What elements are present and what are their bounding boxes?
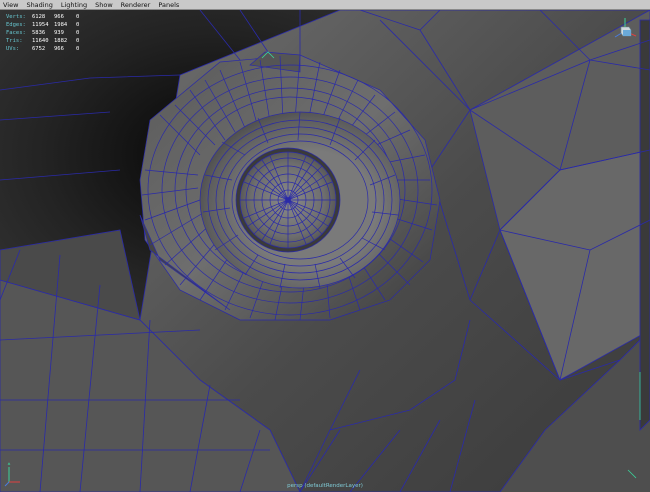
hud-value: 5836 [32, 30, 46, 36]
hud-label: Faces: [6, 30, 26, 36]
panel-menu-bar: View Shading Lighting Show Renderer Pane… [0, 0, 650, 10]
hud-value: 1882 [54, 38, 68, 44]
hud-row-edges: Edges: 11954 1984 0 [6, 21, 98, 29]
hud-label: Edges: [6, 22, 26, 28]
hud-value: 6128 [32, 14, 46, 20]
hud-value: 939 [54, 30, 64, 36]
hud-label: Verts: [6, 14, 26, 20]
hud-value: 1984 [54, 22, 68, 28]
hud-value: 0 [76, 46, 80, 52]
poly-count-hud: Verts: 6128 966 0 Edges: 11954 1984 0 Fa… [6, 13, 98, 53]
menu-show[interactable]: Show [94, 0, 114, 10]
hud-row-uvs: UVs: 6752 966 0 [6, 45, 98, 53]
hud-value: 966 [54, 14, 64, 20]
hud-value: 0 [76, 22, 80, 28]
hud-row-faces: Faces: 5836 939 0 [6, 29, 98, 37]
hud-label: UVs: [6, 46, 20, 52]
hud-value: 11954 [32, 22, 49, 28]
3d-viewport[interactable] [0, 10, 650, 492]
modeling-viewport-window: View Shading Lighting Show Renderer Pane… [0, 0, 650, 492]
hud-value: 0 [76, 30, 80, 36]
hud-value: 0 [76, 14, 80, 20]
hud-value: 966 [54, 46, 64, 52]
hud-row-tris: Tris: 11640 1882 0 [6, 37, 98, 45]
menu-view[interactable]: View [2, 0, 19, 10]
menu-renderer[interactable]: Renderer [120, 0, 152, 10]
menu-shading[interactable]: Shading [25, 0, 53, 10]
hud-value: 11640 [32, 38, 49, 44]
hud-row-verts: Verts: 6128 966 0 [6, 13, 98, 21]
view-cube-icon[interactable] [612, 16, 638, 46]
menu-panels[interactable]: Panels [157, 0, 180, 10]
hud-label: Tris: [6, 38, 23, 44]
hud-value: 0 [76, 38, 80, 44]
viewport-scene [0, 10, 650, 492]
menu-lighting[interactable]: Lighting [60, 0, 88, 10]
hud-value: 6752 [32, 46, 46, 52]
camera-name-label: persp (defaultRenderLayer) [287, 483, 363, 489]
